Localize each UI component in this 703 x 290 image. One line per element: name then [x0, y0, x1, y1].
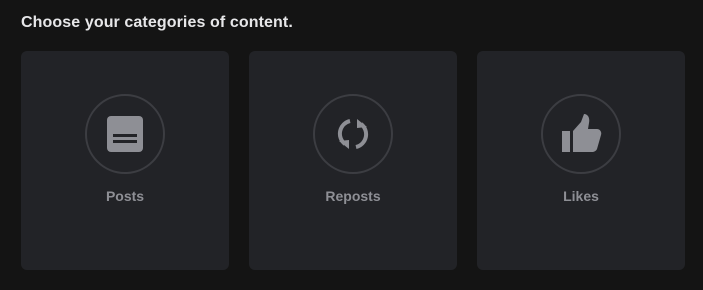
category-grid: Posts Reposts Likes	[21, 51, 685, 270]
category-label-reposts: Reposts	[325, 188, 381, 204]
category-icon-ring	[541, 94, 621, 174]
page-title: Choose your categories of content.	[21, 14, 293, 31]
category-card-likes[interactable]: Likes	[477, 51, 685, 270]
category-icon-ring	[313, 94, 393, 174]
category-label-likes: Likes	[563, 188, 599, 204]
thumbs-up-icon	[562, 114, 602, 152]
category-card-posts[interactable]: Posts	[21, 51, 229, 270]
repost-icon	[337, 119, 369, 149]
category-icon-ring	[85, 94, 165, 174]
post-icon	[107, 116, 143, 152]
category-label-posts: Posts	[105, 188, 145, 204]
category-card-reposts[interactable]: Reposts	[249, 51, 457, 270]
